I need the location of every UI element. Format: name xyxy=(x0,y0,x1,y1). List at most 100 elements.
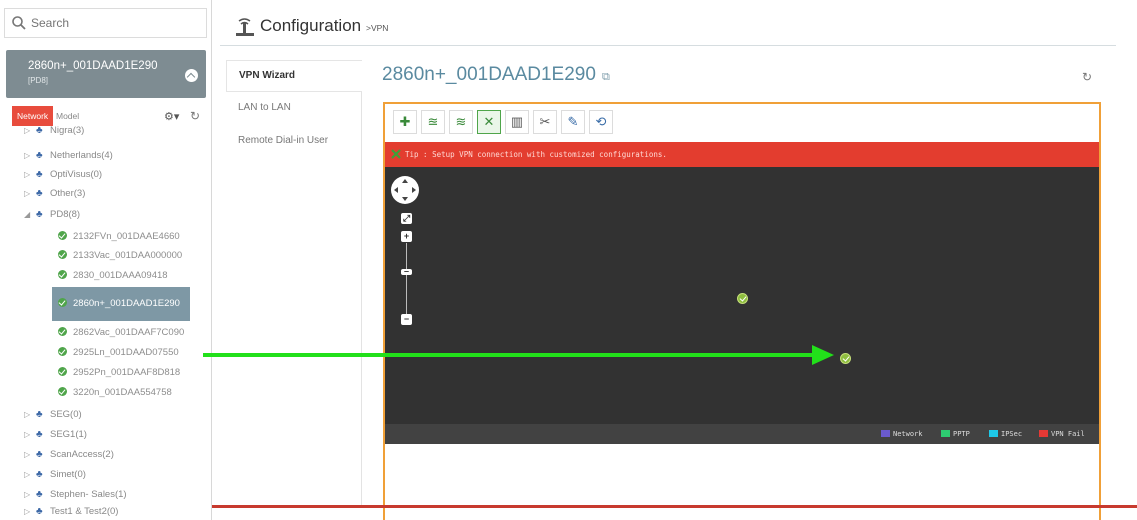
expand-icon: ▷ xyxy=(24,126,31,135)
tree-group[interactable]: ▷ ♣ SEG1(1) xyxy=(24,426,87,444)
tree-group[interactable]: ▷ ♣ Netherlands(4) xyxy=(24,147,113,165)
tab-network[interactable]: Network xyxy=(12,106,54,126)
gear-icon[interactable]: ⚙▾ xyxy=(164,110,179,123)
tree-device[interactable]: 3220n_001DAA554758 xyxy=(58,384,172,402)
legend-item: PPTP xyxy=(941,429,970,439)
legend-swatch xyxy=(1039,430,1048,437)
org-icon: ♣ xyxy=(36,429,43,440)
tree-group-open[interactable]: ◢ ♣ PD8(8) xyxy=(24,206,80,224)
online-icon xyxy=(58,347,67,356)
edit-icon[interactable]: ✎ xyxy=(561,110,585,134)
device-sidebar: 2860n+_001DAAD1E290 [PD8] Network Model … xyxy=(0,0,212,520)
collapse-icon: ◢ xyxy=(24,210,31,219)
tree-group-label: ScanAccess(2) xyxy=(50,449,114,460)
org-icon: ♣ xyxy=(36,188,43,199)
tree-group[interactable]: ▷ ♣ Nigra(3) xyxy=(24,126,84,136)
add-icon[interactable]: ✚ xyxy=(393,110,417,134)
tree-group[interactable]: ▷ ♣ Stephen- Sales(1) xyxy=(24,486,127,504)
online-icon xyxy=(58,250,67,259)
tree-device-label: 2132FVn_001DAAE4660 xyxy=(73,231,180,242)
vpn-topology-panel: ✚ ≊ ≋ ✕ ▥ ✂ ✎ ⟲ Tip : Setup VPN connecti… xyxy=(383,102,1101,520)
tab-model[interactable]: Model xyxy=(56,106,79,126)
tree-group[interactable]: ▷ ♣ Test1 & Test2(0) xyxy=(24,506,118,516)
online-icon xyxy=(58,367,67,376)
legend-swatch xyxy=(941,430,950,437)
fit-icon[interactable]: ⤢ xyxy=(401,213,412,224)
lan-to-lan-icon[interactable]: ≊ xyxy=(421,110,445,134)
online-icon xyxy=(58,387,67,396)
org-icon: ♣ xyxy=(36,449,43,460)
tree-group[interactable]: ▷ ♣ Simet(0) xyxy=(24,466,86,484)
search-box[interactable] xyxy=(4,8,207,38)
expand-icon: ▷ xyxy=(24,450,31,459)
online-icon xyxy=(58,327,67,336)
zoom-out-icon[interactable]: − xyxy=(401,314,412,325)
configuration-icon xyxy=(236,18,254,36)
submenu-remote-dial-in-user[interactable]: Remote Dial-in User xyxy=(226,135,362,146)
zoom-in-icon[interactable]: + xyxy=(401,231,412,242)
submenu-lan-to-lan[interactable]: LAN to LAN xyxy=(226,102,362,113)
device-title-text: 2860n+_001DAAD1E290 xyxy=(382,64,596,85)
legend-bar: Network PPTP IPSec VPN Fail xyxy=(385,424,1099,444)
topology-canvas[interactable]: ⤢ + – − xyxy=(385,167,1099,424)
tip-icon xyxy=(391,149,401,159)
tree-group-label: Other(3) xyxy=(50,188,86,199)
tree-device[interactable]: 2862Vac_001DAAF7C090 xyxy=(58,324,184,342)
expand-icon: ▷ xyxy=(24,430,31,439)
tree-group-label: Stephen- Sales(1) xyxy=(50,489,127,500)
org-icon: ♣ xyxy=(36,126,43,136)
expand-icon: ▷ xyxy=(24,490,31,499)
submenu-vpn-wizard[interactable]: VPN Wizard xyxy=(226,60,362,92)
tree-device-selected[interactable]: 2860n+_001DAAD1E290 xyxy=(52,287,190,321)
org-icon: ♣ xyxy=(36,506,43,516)
legend-swatch xyxy=(989,430,998,437)
tree-device[interactable]: 2830_001DAAA09418 xyxy=(58,267,168,285)
refresh-icon[interactable]: ↻ xyxy=(190,109,200,123)
refresh-icon[interactable]: ↻ xyxy=(1082,70,1092,84)
legend-label: IPSec xyxy=(1001,430,1023,438)
tree-group-label: OptiVisus(0) xyxy=(50,169,103,180)
legend-item: Network xyxy=(881,429,923,439)
tree-device-label: 2830_001DAAA09418 xyxy=(73,270,168,281)
tree-group-label: SEG(0) xyxy=(50,409,82,420)
external-link-icon[interactable]: ⧉ xyxy=(602,71,610,84)
collapse-icon[interactable] xyxy=(185,69,198,82)
vpn-node[interactable] xyxy=(840,353,851,364)
pan-control[interactable] xyxy=(391,176,419,204)
tree-group-label: Test1 & Test2(0) xyxy=(50,506,119,516)
selected-device-card[interactable]: 2860n+_001DAAD1E290 [PD8] xyxy=(6,50,206,98)
tree-device[interactable]: 2132FVn_001DAAE4660 xyxy=(58,228,180,246)
search-input[interactable] xyxy=(31,14,201,32)
search-icon xyxy=(12,16,26,30)
org-icon: ♣ xyxy=(36,409,43,420)
tree-group-label: Netherlands(4) xyxy=(50,150,113,161)
tree-group-label: PD8(8) xyxy=(50,209,81,220)
tree-group[interactable]: ▷ ♣ ScanAccess(2) xyxy=(24,446,114,464)
tree-group[interactable]: ▷ ♣ Other(3) xyxy=(24,185,85,203)
zoom-slider-handle[interactable]: – xyxy=(401,267,412,276)
page-title: Configuration xyxy=(260,16,362,35)
tip-text: Tip : Setup VPN connection with customiz… xyxy=(405,150,667,159)
legend-item: VPN Fail xyxy=(1039,429,1085,439)
tree-group[interactable]: ▷ ♣ OptiVisus(0) xyxy=(24,166,102,184)
tip-bar: Tip : Setup VPN connection with customiz… xyxy=(385,142,1099,167)
tree-device-label: 2952Pn_001DAAF8D818 xyxy=(73,367,181,378)
cut-icon[interactable]: ✂ xyxy=(533,110,557,134)
delete-icon[interactable]: ▥ xyxy=(505,110,529,134)
dial-in-icon[interactable]: ≋ xyxy=(449,110,473,134)
refresh-link-icon[interactable]: ⟲ xyxy=(589,110,613,134)
vpn-node[interactable] xyxy=(737,293,748,304)
online-icon xyxy=(58,270,67,279)
expand-icon: ▷ xyxy=(24,189,31,198)
legend-label: PPTP xyxy=(953,430,970,438)
tree-device[interactable]: 2925Ln_001DAAD07550 xyxy=(58,344,179,362)
tools-icon[interactable]: ✕ xyxy=(477,110,501,134)
pan-arrows-icon xyxy=(394,179,416,201)
footer-divider xyxy=(212,505,1137,508)
tree-device[interactable]: 2133Vac_001DAA000000 xyxy=(58,247,182,265)
vpn-submenu: VPN Wizard LAN to LAN Remote Dial-in Use… xyxy=(226,60,362,505)
tree-device[interactable]: 2952Pn_001DAAF8D818 xyxy=(58,364,180,382)
legend-item: IPSec xyxy=(989,429,1022,439)
org-icon: ♣ xyxy=(36,150,43,161)
tree-group[interactable]: ▷ ♣ SEG(0) xyxy=(24,406,82,424)
